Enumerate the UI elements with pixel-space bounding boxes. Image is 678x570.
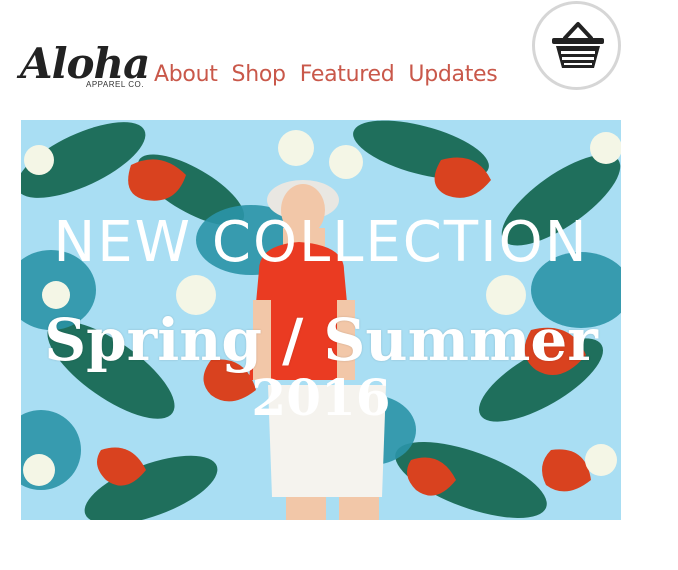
hero-title: NEW COLLECTION — [53, 210, 589, 275]
hero-subtitle: Spring / Summer — [44, 306, 598, 374]
basket-icon — [552, 22, 604, 68]
nav-item-featured[interactable]: Featured — [300, 60, 395, 90]
cart-button[interactable] — [532, 1, 621, 90]
hero-banner[interactable]: NEW COLLECTION Spring / Summer 2016 — [21, 120, 621, 520]
nav-item-updates[interactable]: Updates — [408, 60, 497, 90]
nav-item-shop[interactable]: Shop — [232, 60, 286, 90]
hero-year: 2016 — [251, 368, 391, 427]
nav-item-about[interactable]: About — [154, 60, 218, 90]
logo-subtitle: APPAREL CO. — [86, 80, 144, 89]
brand-logo[interactable]: Aloha APPAREL CO. — [20, 40, 150, 96]
main-nav: About Shop Featured Updates — [154, 60, 498, 90]
